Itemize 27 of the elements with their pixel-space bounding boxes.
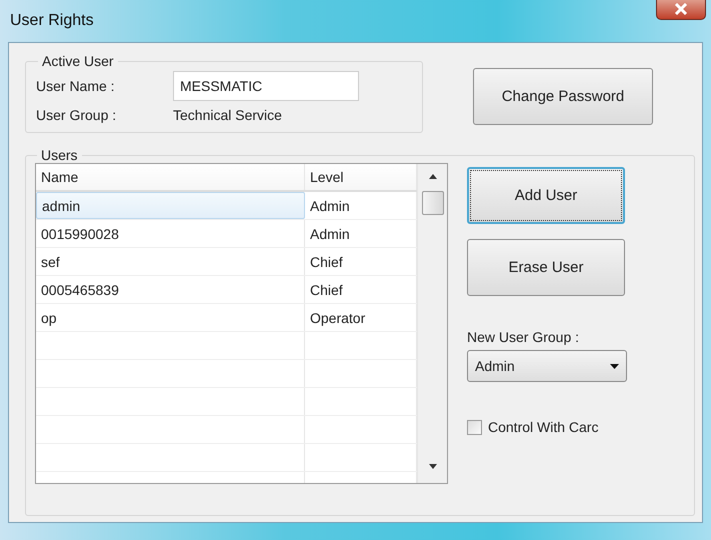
table-cell[interactable]: op [36,304,305,331]
dropdown-caret-icon [610,364,619,368]
change-password-button[interactable]: Change Password [473,68,653,125]
table-cell[interactable]: admin [36,192,305,219]
checkbox-label[interactable]: Control With Carc [488,419,598,435]
scroll-down-icon[interactable] [428,464,436,469]
user-group-value: Technical Service [173,107,282,123]
close-icon [674,3,688,15]
window-title: User Rights [10,12,94,30]
erase-user-button[interactable]: Erase User [467,239,625,296]
column-header[interactable]: Name [36,164,305,190]
add-user-button[interactable]: Add User [467,167,625,224]
scroll-up-icon[interactable] [428,174,436,179]
scroll-thumb[interactable] [422,191,444,215]
checkbox[interactable] [467,420,482,434]
scroll-bar[interactable] [417,164,447,483]
new-user-group-label: New User Group : [467,329,580,345]
user-name-field[interactable]: MESSMATIC [173,71,359,101]
user-name-label: User Name : [36,78,116,94]
new-user-group-dropdown[interactable]: Admin [467,350,627,382]
table-cell[interactable]: 0015990028 [36,220,305,247]
table-cell[interactable]: 0005465839 [36,276,305,303]
group-legend: Users [37,147,82,163]
table-cell[interactable]: sef [36,248,305,275]
close-button[interactable] [656,0,706,20]
group-legend: Active User [38,53,118,69]
user-group-label: User Group : [36,107,118,123]
